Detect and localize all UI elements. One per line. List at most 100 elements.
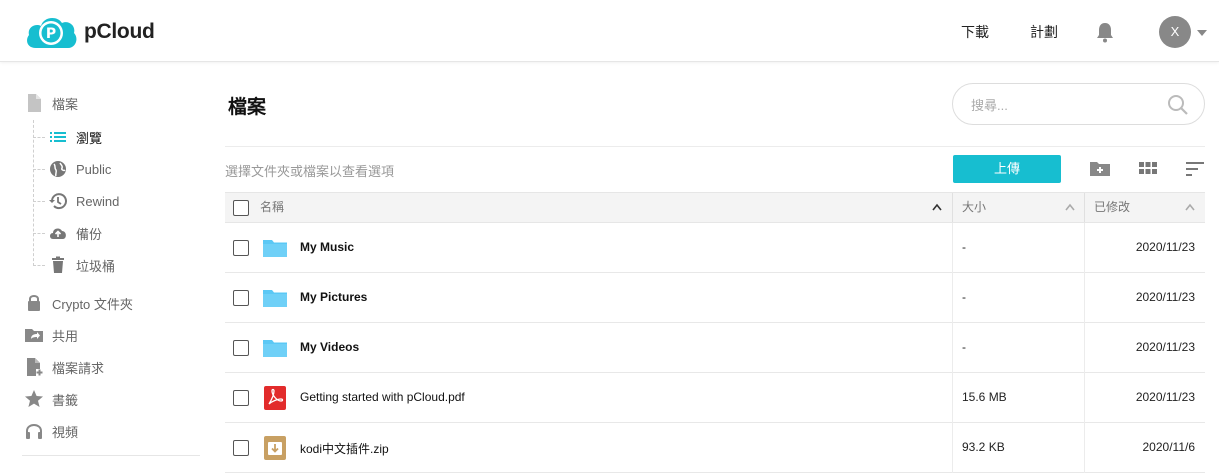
file-name[interactable]: My Videos	[300, 340, 359, 354]
cloud-upload-icon	[50, 228, 66, 239]
file-size: -	[962, 240, 966, 254]
row-checkbox[interactable]	[233, 440, 249, 456]
file-name[interactable]: Getting started with pCloud.pdf	[300, 390, 465, 404]
file-name[interactable]: kodi中文插件.zip	[300, 440, 389, 457]
column-separator	[1084, 373, 1085, 423]
list-icon	[50, 132, 66, 142]
svg-text:P: P	[46, 26, 56, 42]
sidebar-item-label: 檔案請求	[52, 360, 105, 376]
sidebar-item-label: 書籤	[52, 392, 79, 408]
tree-line	[33, 120, 34, 266]
divider	[22, 455, 200, 456]
sidebar-item-label: Rewind	[76, 193, 120, 209]
sidebar-item-public[interactable]: Public	[48, 159, 111, 179]
column-header-modified[interactable]: 已修改	[1094, 193, 1130, 222]
pdf-file-icon	[264, 386, 286, 410]
sidebar-item-files[interactable]: 檔案	[24, 93, 78, 113]
file-size: -	[962, 340, 966, 354]
file-size: -	[962, 290, 966, 304]
file-modified: 2020/11/23	[1135, 290, 1195, 304]
history-icon	[49, 193, 67, 210]
column-separator	[952, 323, 953, 373]
sidebar-item-file-requests[interactable]: 檔案請求	[24, 357, 104, 377]
chevron-up-icon[interactable]	[932, 203, 942, 211]
sidebar-item-label: 檔案	[52, 96, 79, 112]
headphones-icon	[26, 424, 42, 439]
brand-name: pCloud	[84, 20, 155, 43]
sidebar-item-shared[interactable]: 共用	[24, 325, 78, 345]
column-header-size[interactable]: 大小	[962, 193, 986, 222]
top-bar: P pCloud 下載 計劃 X	[0, 0, 1219, 62]
sidebar-item-trash[interactable]: 垃圾桶	[48, 255, 115, 275]
search-input[interactable]	[971, 95, 1151, 115]
upload-button[interactable]: 上傳	[953, 155, 1061, 183]
column-separator	[1084, 323, 1085, 373]
sidebar-item-backup[interactable]: 備份	[48, 223, 102, 243]
file-request-icon	[27, 358, 43, 376]
sidebar-item-browse[interactable]: 瀏覽	[48, 127, 102, 147]
chevron-up-icon[interactable]	[1065, 203, 1075, 211]
trash-icon	[52, 256, 64, 273]
tree-tick	[33, 137, 45, 138]
sidebar-item-label: 共用	[52, 328, 79, 344]
search-box[interactable]	[952, 83, 1205, 125]
sidebar: 檔案 瀏覽 Public Rewind 備份 垃圾桶 Crypto 文件夾 共用…	[0, 62, 210, 461]
sidebar-item-crypto[interactable]: Crypto 文件夾	[24, 293, 133, 313]
table-row[interactable]: My Pictures - 2020/11/23	[225, 273, 1205, 323]
row-checkbox[interactable]	[233, 340, 249, 356]
tree-tick	[33, 265, 45, 266]
column-separator	[952, 273, 953, 323]
file-name[interactable]: My Music	[300, 240, 354, 254]
avatar[interactable]: X	[1159, 16, 1191, 48]
sidebar-item-videos[interactable]: 視頻	[24, 421, 78, 441]
folder-icon	[263, 290, 287, 307]
nav-download[interactable]: 下載	[961, 22, 989, 42]
bell-icon[interactable]	[1095, 21, 1115, 43]
sidebar-item-bookmarks[interactable]: 書籤	[24, 389, 78, 409]
column-header-name[interactable]: 名稱	[260, 193, 284, 222]
folder-icon	[263, 340, 287, 357]
column-separator	[1084, 423, 1085, 473]
sidebar-item-label: 備份	[76, 226, 103, 242]
column-separator	[1084, 193, 1085, 222]
sort-icon[interactable]	[1184, 158, 1206, 180]
row-checkbox[interactable]	[233, 290, 249, 306]
row-checkbox[interactable]	[233, 390, 249, 406]
lock-icon	[28, 295, 40, 311]
file-name[interactable]: My Pictures	[300, 290, 367, 304]
sidebar-item-label: 瀏覽	[76, 130, 103, 146]
chevron-up-icon[interactable]	[1185, 203, 1195, 211]
sidebar-item-label: Crypto 文件夾	[52, 296, 133, 312]
divider	[225, 146, 1205, 147]
table-row[interactable]: My Music - 2020/11/23	[225, 223, 1205, 273]
chevron-down-icon[interactable]	[1197, 30, 1207, 36]
sidebar-item-rewind[interactable]: Rewind	[48, 191, 119, 211]
file-modified: 2020/11/23	[1135, 240, 1195, 254]
tree-tick	[33, 169, 45, 170]
page-title: 檔案	[228, 97, 267, 118]
logo[interactable]: P pCloud	[24, 14, 155, 50]
nav-plans[interactable]: 計劃	[1030, 22, 1058, 42]
select-all-checkbox[interactable]	[233, 200, 249, 216]
table-row[interactable]: Getting started with pCloud.pdf 15.6 MB …	[225, 373, 1205, 423]
file-modified: 2020/11/23	[1135, 340, 1195, 354]
new-folder-icon[interactable]	[1089, 158, 1111, 180]
column-separator	[952, 423, 953, 473]
table-row[interactable]: kodi中文插件.zip 93.2 KB 2020/11/6	[225, 423, 1205, 473]
table-header: 名稱 大小 已修改	[225, 192, 1205, 223]
sidebar-item-label: Public	[76, 161, 112, 177]
pcloud-logo-icon: P	[24, 14, 78, 50]
selection-hint: 選擇文件夾或檔案以查看選項	[225, 164, 395, 179]
file-icon	[28, 94, 41, 112]
column-separator	[1084, 273, 1085, 323]
column-separator	[1084, 223, 1085, 273]
grid-view-icon[interactable]	[1137, 158, 1159, 180]
column-separator	[952, 223, 953, 273]
folder-icon	[263, 240, 287, 257]
table-row[interactable]: My Videos - 2020/11/23	[225, 323, 1205, 373]
tree-tick	[33, 201, 45, 202]
column-separator	[952, 373, 953, 423]
column-separator	[952, 193, 953, 222]
row-checkbox[interactable]	[233, 240, 249, 256]
search-icon[interactable]	[1166, 93, 1190, 117]
